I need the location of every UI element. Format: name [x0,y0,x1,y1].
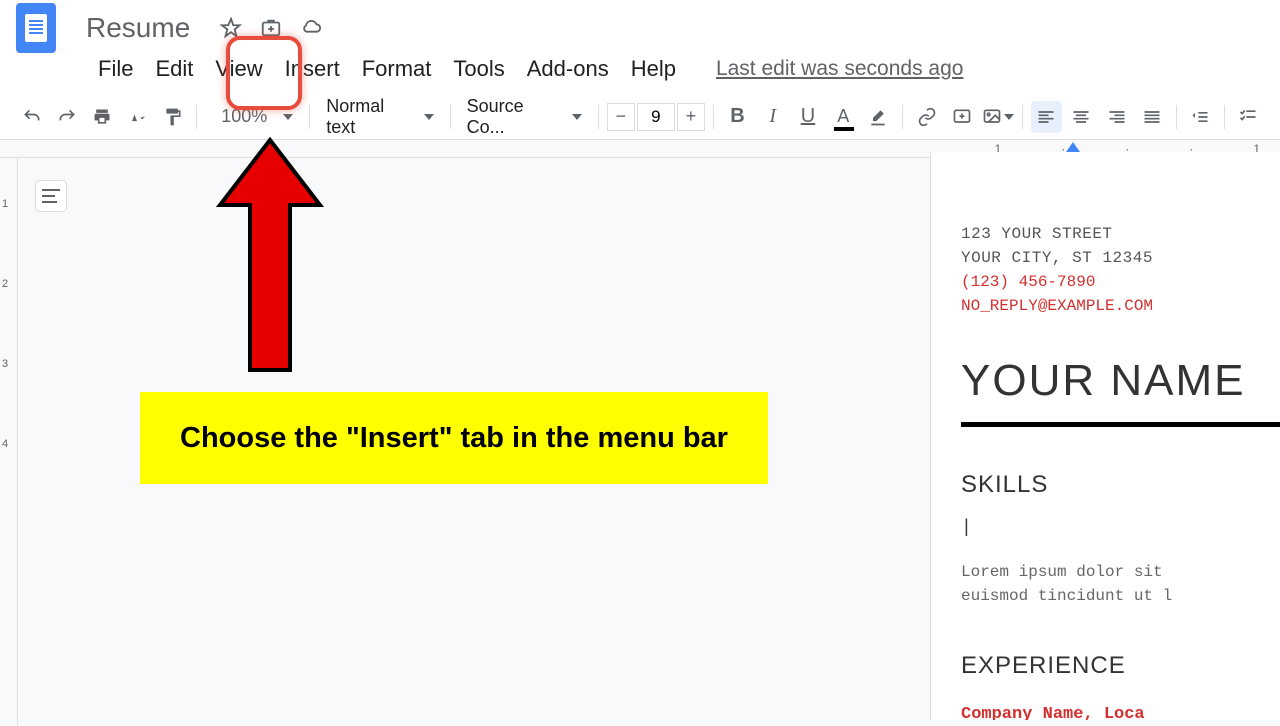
menu-insert[interactable]: Insert [275,52,350,86]
increase-font-button[interactable]: + [677,103,705,131]
menu-view[interactable]: View [205,52,272,86]
menu-bar: File Edit View Insert Format Tools Add-o… [0,48,1280,94]
line-spacing-button[interactable] [1185,101,1216,133]
menu-file[interactable]: File [88,52,143,86]
decrease-font-button[interactable]: − [607,103,635,131]
document-page[interactable]: 123 YOUR STREET YOUR CITY, ST 12345 (123… [930,152,1280,720]
align-right-button[interactable] [1101,101,1132,133]
spellcheck-button[interactable] [122,101,153,133]
style-select[interactable]: Normal text [318,92,441,142]
email-text: NO_REPLY@EXAMPLE.COM [961,294,1280,318]
docs-logo[interactable] [16,3,56,53]
insert-link-button[interactable] [911,101,942,133]
bold-button[interactable]: B [722,101,753,133]
underline-button[interactable]: U [792,101,823,133]
experience-heading: EXPERIENCE [961,648,1280,684]
menu-addons[interactable]: Add-ons [517,52,619,86]
last-edit-link[interactable]: Last edit was seconds ago [716,57,964,81]
address-line-1: 123 YOUR STREET [961,222,1280,246]
align-left-button[interactable] [1031,101,1062,133]
add-comment-button[interactable] [946,101,977,133]
address-line-2: YOUR CITY, ST 12345 [961,246,1280,270]
outline-icon [42,189,60,203]
align-justify-button[interactable] [1136,101,1167,133]
undo-button[interactable] [16,101,47,133]
cloud-status-icon[interactable] [300,17,322,39]
move-icon[interactable] [260,17,282,39]
print-button[interactable] [87,101,118,133]
vertical-ruler[interactable]: 1 2 3 4 [0,158,18,726]
toolbar: 100% Normal text Source Co... − + B I U … [0,94,1280,140]
align-center-button[interactable] [1066,101,1097,133]
indent-marker-icon[interactable] [1066,142,1080,152]
paint-format-button[interactable] [157,101,188,133]
company-text: Company Name, Loca [961,702,1280,720]
checklist-button[interactable] [1233,101,1264,133]
menu-tools[interactable]: Tools [443,52,514,86]
menu-help[interactable]: Help [621,52,686,86]
text-cursor: | [961,515,1280,542]
document-title[interactable]: Resume [86,12,190,44]
star-icon[interactable] [220,17,242,39]
menu-edit[interactable]: Edit [145,52,203,86]
lorem-text-1: Lorem ipsum dolor sit [961,560,1280,584]
font-select[interactable]: Source Co... [459,92,590,142]
annotation-callout: Choose the "Insert" tab in the menu bar [140,392,768,484]
italic-button[interactable]: I [757,101,788,133]
name-underline [961,422,1280,427]
zoom-select[interactable]: 100% [205,98,301,135]
menu-format[interactable]: Format [352,52,442,86]
phone-text: (123) 456-7890 [961,270,1280,294]
skills-heading: SKILLS [961,467,1280,503]
insert-image-button[interactable] [982,101,1014,133]
title-bar: Resume [0,0,1280,48]
show-outline-button[interactable] [35,180,67,212]
redo-button[interactable] [51,101,82,133]
name-heading: YOUR NAME [961,348,1280,414]
highlight-button[interactable] [863,101,894,133]
lorem-text-2: euismod tincidunt ut l [961,584,1280,608]
text-color-button[interactable]: A [828,101,859,133]
callout-text: Choose the "Insert" tab in the menu bar [180,422,728,455]
font-size-input[interactable] [637,103,675,131]
